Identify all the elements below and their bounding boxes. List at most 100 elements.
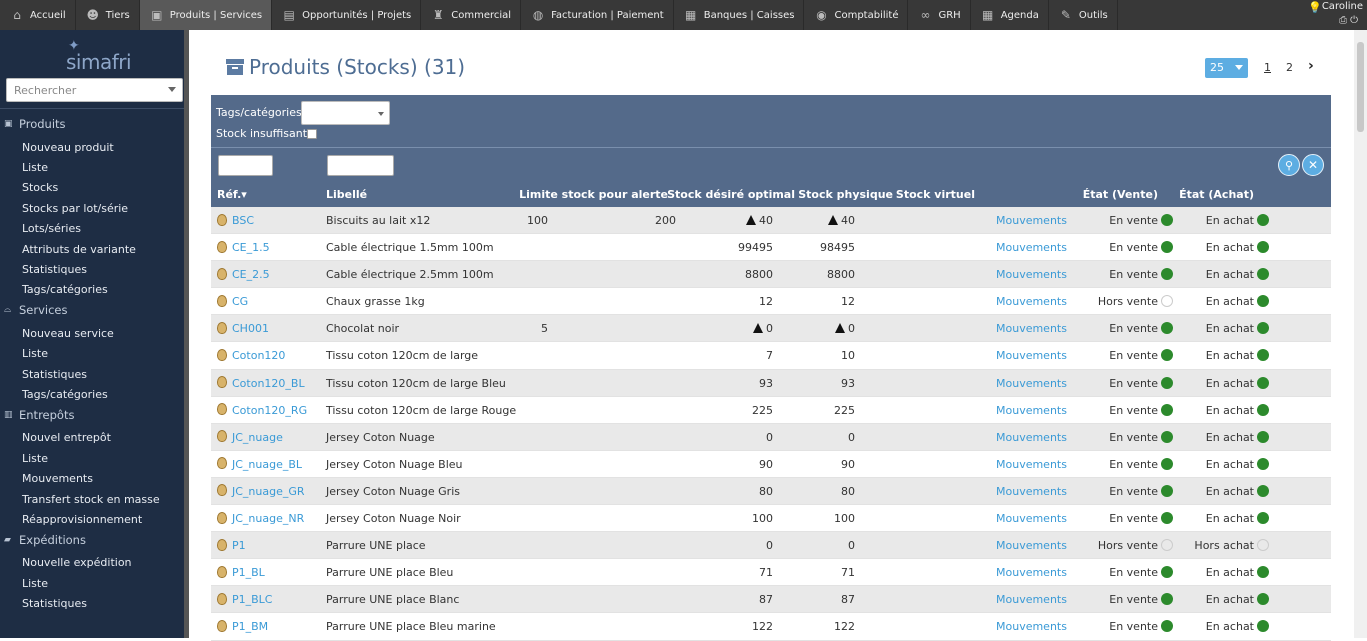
status-dot-icon[interactable] xyxy=(1257,322,1269,335)
product-ref-link[interactable]: CG xyxy=(232,295,248,308)
column-header-limit[interactable]: Limite stock pour alerte xyxy=(519,188,668,201)
search-icon[interactable]: ⚲ xyxy=(1278,154,1300,176)
buy-status-cell[interactable]: En achat xyxy=(1171,322,1269,335)
sale-status-cell[interactable]: En vente xyxy=(1073,214,1173,227)
movements-link[interactable]: Mouvements xyxy=(996,241,1067,254)
status-dot-icon[interactable] xyxy=(1257,512,1269,525)
buy-status-cell[interactable]: En achat xyxy=(1171,214,1269,227)
sidebar-link[interactable]: Statistiques xyxy=(0,593,188,613)
column-header-desired[interactable]: Stock désiré optimal xyxy=(667,188,795,201)
logo[interactable]: ✦ simafri xyxy=(60,38,132,74)
status-dot-icon[interactable] xyxy=(1257,620,1269,633)
column-header-ref[interactable]: Réf.▾ xyxy=(217,188,247,201)
product-ref-link[interactable]: Coton120 xyxy=(232,349,285,362)
sidebar-link[interactable]: Nouvel entrepôt xyxy=(0,428,188,448)
column-header-virtual[interactable]: Stock virtuel xyxy=(896,188,975,201)
status-dot-icon[interactable] xyxy=(1257,241,1269,254)
status-dot-icon[interactable] xyxy=(1257,566,1269,579)
buy-status-cell[interactable]: En achat xyxy=(1171,620,1269,633)
movements-link[interactable]: Mouvements xyxy=(996,620,1067,633)
sidebar-section-1[interactable]: ⌓ Services xyxy=(0,300,188,320)
sidebar-link[interactable]: Nouveau service xyxy=(0,323,188,343)
sale-status-cell[interactable]: En vente xyxy=(1073,484,1173,498)
sidebar-link[interactable]: Statistiques xyxy=(0,259,188,279)
next-page-icon[interactable]: › xyxy=(1308,58,1314,74)
buy-status-cell[interactable]: En achat xyxy=(1171,457,1269,471)
product-ref-link[interactable]: Coton120_BL xyxy=(232,377,305,390)
movements-link[interactable]: Mouvements xyxy=(996,268,1067,281)
product-ref-link[interactable]: JC_nuage xyxy=(232,431,283,444)
buy-status-cell[interactable]: En achat xyxy=(1171,593,1269,606)
buy-status-cell[interactable]: En achat xyxy=(1171,295,1269,308)
sidebar-link[interactable]: Transfert stock en masse xyxy=(0,489,188,509)
sidebar-link[interactable]: Nouvelle expédition xyxy=(0,553,188,573)
sidebar-link[interactable]: Liste xyxy=(0,157,188,177)
status-dot-icon[interactable] xyxy=(1257,593,1269,606)
product-ref-link[interactable]: P1_BLC xyxy=(232,593,273,606)
search-select[interactable]: Rechercher xyxy=(6,78,183,102)
buy-status-cell[interactable]: Hors achat xyxy=(1171,539,1269,552)
print-icon[interactable]: ⎙⏻ xyxy=(1339,15,1361,26)
product-ref-link[interactable]: CE_2.5 xyxy=(232,268,270,281)
sidebar-link[interactable]: Mouvements xyxy=(0,468,188,488)
sidebar-link[interactable]: Liste xyxy=(0,344,188,364)
sale-status-cell[interactable]: En vente xyxy=(1073,593,1173,606)
buy-status-cell[interactable]: En achat xyxy=(1171,268,1269,281)
movements-link[interactable]: Mouvements xyxy=(996,458,1067,471)
label-filter-input[interactable] xyxy=(327,155,394,176)
topnav-item-6[interactable]: ▦ Banques | Caisses xyxy=(674,0,805,30)
sale-status-cell[interactable]: En vente xyxy=(1073,430,1173,444)
topnav-item-4[interactable]: ♜ Commercial xyxy=(421,0,522,30)
sale-status-cell[interactable]: En vente xyxy=(1073,322,1173,335)
movements-link[interactable]: Mouvements xyxy=(996,566,1067,579)
topnav-item-3[interactable]: ▤ Opportunités | Projets xyxy=(272,0,422,30)
status-dot-icon[interactable] xyxy=(1257,295,1269,308)
sidebar-link[interactable]: Tags/catégories xyxy=(0,384,188,404)
topnav-item-7[interactable]: ◉ Comptabilité xyxy=(804,0,909,30)
buy-status-cell[interactable]: En achat xyxy=(1171,512,1269,525)
product-ref-link[interactable]: JC_nuage_NR xyxy=(232,512,304,525)
topnav-item-8[interactable]: ∞ GRH xyxy=(908,0,971,30)
status-dot-icon[interactable] xyxy=(1257,539,1269,552)
sidebar-link[interactable]: Attributs de variante xyxy=(0,239,188,259)
buy-status-cell[interactable]: En achat xyxy=(1171,484,1269,498)
buy-status-cell[interactable]: En achat xyxy=(1171,241,1269,254)
movements-link[interactable]: Mouvements xyxy=(996,295,1067,308)
column-header-sale-status[interactable]: État (Vente) xyxy=(1083,188,1158,201)
buy-status-cell[interactable]: En achat xyxy=(1171,376,1269,390)
topnav-item-0[interactable]: ⌂ Accueil xyxy=(0,0,76,30)
movements-link[interactable]: Mouvements xyxy=(996,485,1067,498)
clear-filter-icon[interactable]: ✕ xyxy=(1302,154,1324,176)
sale-status-cell[interactable]: Hors vente xyxy=(1073,539,1173,552)
sale-status-cell[interactable]: En vente xyxy=(1073,241,1173,254)
movements-link[interactable]: Mouvements xyxy=(996,349,1067,362)
topnav-item-9[interactable]: ▦ Agenda xyxy=(971,0,1049,30)
sidebar-section-0[interactable]: ▣ Produits xyxy=(0,114,188,134)
movements-link[interactable]: Mouvements xyxy=(996,377,1067,390)
tags-filter-select[interactable] xyxy=(301,101,390,125)
sidebar-link[interactable]: Stocks xyxy=(0,178,188,198)
product-ref-link[interactable]: JC_nuage_BL xyxy=(232,458,302,471)
movements-link[interactable]: Mouvements xyxy=(996,512,1067,525)
status-dot-icon[interactable] xyxy=(1257,376,1269,389)
sidebar-link[interactable]: Tags/catégories xyxy=(0,280,188,300)
sale-status-cell[interactable]: Hors vente xyxy=(1073,295,1173,308)
movements-link[interactable]: Mouvements xyxy=(996,431,1067,444)
product-ref-link[interactable]: CH001 xyxy=(232,322,269,335)
buy-status-cell[interactable]: En achat xyxy=(1171,349,1269,362)
column-header-label[interactable]: Libellé xyxy=(326,188,367,201)
topnav-item-2[interactable]: ▣ Produits | Services xyxy=(139,0,273,30)
product-ref-link[interactable]: JC_nuage_GR xyxy=(232,485,305,498)
movements-link[interactable]: Mouvements xyxy=(996,214,1067,227)
sidebar-link[interactable]: Nouveau produit xyxy=(0,137,188,157)
page-link-2[interactable]: 2 xyxy=(1286,61,1293,74)
movements-link[interactable]: Mouvements xyxy=(996,404,1067,417)
sidebar-link[interactable]: Statistiques xyxy=(0,364,188,384)
product-ref-link[interactable]: BSC xyxy=(232,214,254,227)
sale-status-cell[interactable]: En vente xyxy=(1073,512,1173,525)
status-dot-icon[interactable] xyxy=(1257,268,1269,281)
sidebar-link[interactable]: Liste xyxy=(0,573,188,593)
product-ref-link[interactable]: CE_1.5 xyxy=(232,241,270,254)
status-dot-icon[interactable] xyxy=(1257,403,1269,416)
sale-status-cell[interactable]: En vente xyxy=(1073,268,1173,281)
